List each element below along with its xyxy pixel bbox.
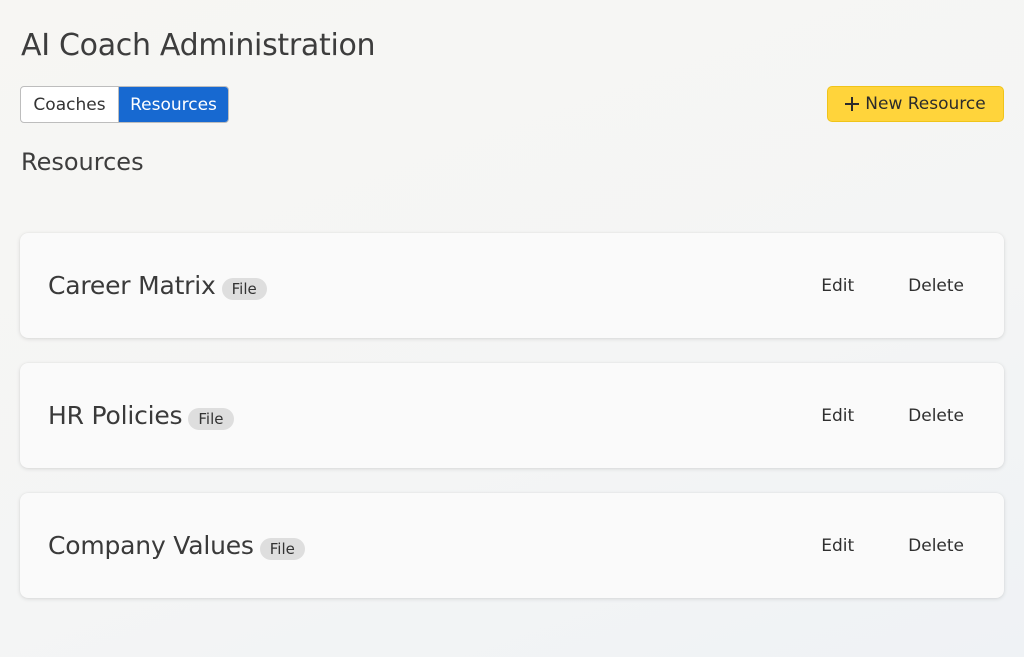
- resource-actions: Edit Delete: [821, 233, 964, 338]
- edit-button[interactable]: Edit: [821, 406, 854, 426]
- resource-name: HR Policies: [48, 401, 183, 430]
- resource-type-badge: File: [221, 277, 267, 300]
- plus-icon: [845, 97, 860, 111]
- resource-name: Career Matrix: [48, 271, 216, 300]
- resource-card: Company Values File Edit Delete: [20, 493, 1004, 598]
- tab-coaches[interactable]: Coaches: [21, 87, 119, 122]
- delete-button[interactable]: Delete: [908, 406, 964, 426]
- section-title: Resources: [21, 148, 144, 176]
- resource-actions: Edit Delete: [821, 363, 964, 468]
- page-title: AI Coach Administration: [21, 28, 376, 63]
- new-resource-button[interactable]: New Resource: [827, 86, 1004, 122]
- resource-card: HR Policies File Edit Delete: [20, 363, 1004, 468]
- resource-type-badge: File: [188, 407, 234, 430]
- tab-group: Coaches Resources: [20, 86, 229, 123]
- resource-list: Career Matrix File Edit Delete HR Polici…: [20, 233, 1004, 623]
- resource-type-badge: File: [259, 537, 305, 560]
- resource-actions: Edit Delete: [821, 493, 964, 598]
- edit-button[interactable]: Edit: [821, 536, 854, 556]
- delete-button[interactable]: Delete: [908, 536, 964, 556]
- delete-button[interactable]: Delete: [908, 276, 964, 296]
- resource-card: Career Matrix File Edit Delete: [20, 233, 1004, 338]
- resource-name: Company Values: [48, 531, 254, 560]
- tab-resources[interactable]: Resources: [119, 87, 228, 122]
- edit-button[interactable]: Edit: [821, 276, 854, 296]
- new-resource-label: New Resource: [865, 94, 986, 114]
